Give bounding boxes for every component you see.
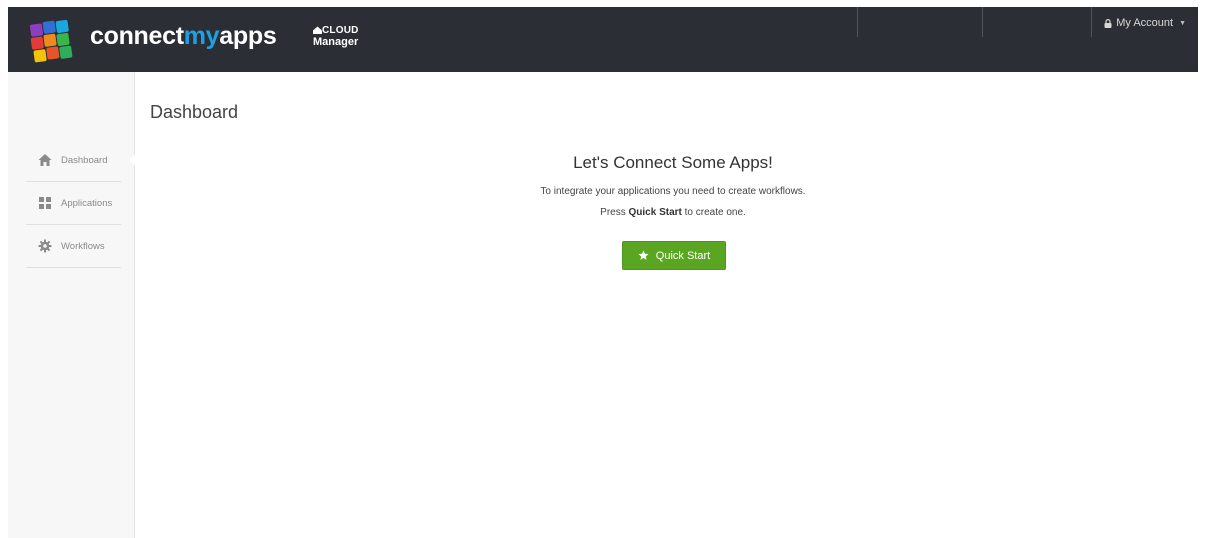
brand-text-my: my xyxy=(183,22,220,50)
my-account-label: My Account xyxy=(1116,17,1174,29)
page-title: Dashboard xyxy=(150,102,239,122)
hero-instruction-bold: Quick Start xyxy=(628,207,682,218)
hero-instruction-post: to create one. xyxy=(681,207,746,218)
my-account-menu[interactable]: My Account ▼ xyxy=(1104,17,1186,29)
lock-icon xyxy=(1104,18,1112,28)
sidebar-item-label: Applications xyxy=(61,197,113,209)
quick-start-button[interactable]: Quick Start xyxy=(622,241,726,270)
sidebar-item-label: Dashboard xyxy=(61,154,108,166)
app-window: connectmyapps CLOUD Manager My Account ▼… xyxy=(8,7,1198,538)
brand-name[interactable]: connectmyapps xyxy=(90,22,277,51)
quick-start-label: Quick Start xyxy=(655,249,711,262)
header-divider xyxy=(1091,7,1092,37)
cloud-house-icon xyxy=(313,26,322,34)
connectmyapps-logo-icon[interactable] xyxy=(26,16,78,64)
header-divider xyxy=(982,7,983,37)
top-navbar: connectmyapps CLOUD Manager My Account ▼ xyxy=(8,7,1198,72)
header-divider xyxy=(857,7,858,37)
cloud-manager-logo[interactable]: CLOUD Manager xyxy=(313,25,369,51)
hero-description: To integrate your applications you need … xyxy=(540,186,806,197)
sidebar-item-label: Workflows xyxy=(61,240,105,252)
sidebar: Dashboard Applications Workflows xyxy=(8,72,136,538)
brand-text-connect: connect xyxy=(90,22,184,50)
home-icon xyxy=(38,154,52,166)
sidebar-item-applications[interactable]: Applications xyxy=(26,182,121,225)
star-icon xyxy=(638,250,649,260)
sidebar-item-workflows[interactable]: Workflows xyxy=(26,225,121,268)
cloud-manager-top: CLOUD xyxy=(313,25,359,36)
grid-icon xyxy=(39,197,51,209)
sidebar-item-dashboard[interactable]: Dashboard xyxy=(26,139,136,182)
hero-instruction: Press Quick Start to create one. xyxy=(478,207,868,218)
hero-instruction-pre: Press xyxy=(600,207,629,218)
chevron-down-icon: ▼ xyxy=(1179,19,1186,27)
cloud-manager-bottom: Manager xyxy=(313,36,359,48)
gear-icon xyxy=(38,239,52,253)
hero-title: Let's Connect Some Apps! xyxy=(573,153,773,172)
brand-text-apps: apps xyxy=(219,22,277,50)
